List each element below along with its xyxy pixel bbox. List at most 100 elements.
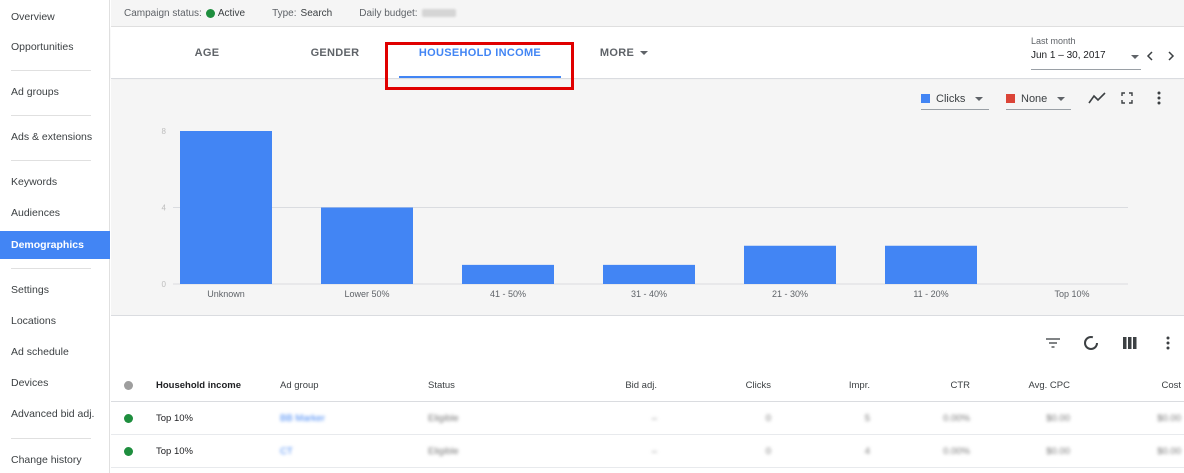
sidebar-item-demographics[interactable]: Demographics	[0, 231, 110, 259]
header-status-dot	[124, 369, 133, 402]
column-bid-adj[interactable]: Bid adj.	[557, 369, 657, 402]
cell-clicks: 0	[671, 402, 771, 435]
metric-2-swatch	[1006, 94, 1015, 103]
cell-ad-group-link[interactable]: BB Marker	[280, 402, 325, 435]
row-status-dot	[124, 435, 133, 468]
sidebar-item-settings[interactable]: Settings	[0, 276, 110, 304]
campaign-status-value[interactable]: Active	[218, 8, 245, 19]
cell-impr: 5	[770, 402, 870, 435]
sidebar-item-keywords[interactable]: Keywords	[0, 168, 110, 196]
cell-household-income: Top 10%	[156, 402, 193, 435]
status-active-icon	[205, 8, 215, 18]
sidebar-divider	[11, 115, 91, 116]
chevron-down-icon	[1131, 55, 1139, 59]
sidebar-item-ad-groups[interactable]: Ad groups	[0, 78, 110, 106]
chevron-right-icon[interactable]	[1164, 49, 1178, 63]
date-range-value: Jun 1 – 30, 2017	[1031, 50, 1106, 61]
segment-icon[interactable]	[1081, 333, 1101, 353]
column-status[interactable]: Status	[428, 369, 455, 402]
column-household-income[interactable]: Household income	[156, 369, 241, 402]
cell-avg-cpc-text: $0.00	[1046, 446, 1070, 457]
main-content: Campaign status: Active Type: Search Dai…	[111, 0, 1184, 473]
cell-ad-group-link-text[interactable]: BB Marker	[280, 413, 325, 424]
bar[interactable]	[462, 264, 554, 284]
column-ctr[interactable]: CTR	[870, 369, 970, 402]
x-tick-label: Top 10%	[1054, 289, 1089, 299]
daily-budget-label: Daily budget:	[359, 7, 418, 19]
row-status-dot	[124, 402, 133, 435]
bar[interactable]	[321, 207, 413, 285]
expand-icon[interactable]	[1117, 88, 1137, 108]
cell-bid-adj-text: –	[651, 446, 657, 457]
x-tick-label: Unknown	[207, 289, 245, 299]
metric-2-select[interactable]: None	[1006, 88, 1071, 110]
bar[interactable]	[885, 245, 977, 284]
tab-more[interactable]: MORE	[589, 27, 659, 79]
line-chart-icon[interactable]	[1087, 88, 1107, 108]
cell-ad-group-link[interactable]: CT	[280, 435, 293, 468]
cell-status-text: Eligible	[428, 413, 459, 424]
metric-2-label: None	[1021, 92, 1048, 105]
tab-household-income[interactable]: HOUSEHOLD INCOME	[399, 27, 561, 79]
chevron-down-icon	[1057, 96, 1066, 101]
tab-more-label: MORE	[599, 47, 635, 59]
date-range-picker[interactable]: Last month Jun 1 – 30, 2017	[1031, 36, 1141, 70]
cell-cost: $0.00	[1081, 402, 1181, 435]
cell-avg-cpc: $0.00	[970, 402, 1070, 435]
campaign-status-bar: Campaign status: Active Type: Search Dai…	[111, 0, 1184, 27]
sidebar-divider	[11, 160, 91, 161]
cell-impr: 4	[770, 435, 870, 468]
sidebar-item-locations[interactable]: Locations	[0, 307, 110, 335]
cell-status: Eligible	[428, 435, 459, 468]
cell-ad-group-link-text[interactable]: CT	[280, 446, 293, 457]
x-tick-label: 21 - 30%	[772, 289, 808, 299]
cell-cost: $0.00	[1081, 435, 1181, 468]
sidebar-item-change-history[interactable]: Change history	[0, 446, 110, 473]
table-toolbar	[111, 317, 1184, 369]
column-avg-cpc[interactable]: Avg. CPC	[970, 369, 1070, 402]
table-body: Top 10% BB Marker Eligible – 0 5 0.00% $0.00 $0.…	[111, 402, 1184, 468]
chevron-down-icon	[640, 51, 649, 55]
cell-bid-adj: –	[557, 435, 657, 468]
x-tick-label: 11 - 20%	[913, 289, 948, 299]
sidebar-item-devices[interactable]: Devices	[0, 369, 110, 397]
column-cost[interactable]: Cost	[1081, 369, 1181, 402]
sidebar-item-overview[interactable]: Overview	[0, 3, 110, 31]
cell-ctr: 0.00%	[870, 402, 970, 435]
table-row[interactable]: Top 10% CT Eligible – 0 4 0.00% $0.00 $0.00	[111, 435, 1184, 468]
table-row[interactable]: Top 10% BB Marker Eligible – 0 5 0.00% $0.00 $0.…	[111, 402, 1184, 435]
campaign-status: Campaign status: Active	[124, 8, 245, 19]
column-clicks[interactable]: Clicks	[671, 369, 771, 402]
metric-1-select[interactable]: Clicks	[921, 88, 989, 110]
cell-clicks: 0	[671, 435, 771, 468]
sidebar-item-advanced-bid-adj[interactable]: Advanced bid adj.	[0, 400, 110, 428]
more-vert-icon[interactable]	[1149, 88, 1169, 108]
filter-icon[interactable]	[1043, 333, 1063, 353]
tab-age[interactable]: AGE	[171, 27, 243, 79]
bar[interactable]	[744, 245, 836, 284]
cell-household-income-text: Top 10%	[156, 446, 193, 457]
sidebar-divider	[11, 70, 91, 71]
chevron-left-icon[interactable]	[1143, 49, 1157, 63]
chevron-down-icon	[975, 96, 984, 101]
bar[interactable]	[180, 131, 272, 284]
columns-icon[interactable]	[1120, 333, 1140, 353]
column-impr[interactable]: Impr.	[770, 369, 870, 402]
daily-budget-value-redacted[interactable]	[421, 9, 456, 17]
cell-status-text: Eligible	[428, 446, 459, 457]
cell-cost-text: $0.00	[1157, 413, 1181, 424]
more-vert-icon[interactable]	[1158, 333, 1178, 353]
sidebar-item-audiences[interactable]: Audiences	[0, 199, 110, 227]
cell-bid-adj: –	[557, 402, 657, 435]
sidebar-item-ad-schedule[interactable]: Ad schedule	[0, 338, 110, 366]
column-ad-group[interactable]: Ad group	[280, 369, 319, 402]
bar[interactable]	[603, 264, 695, 284]
sidebar: Overview Opportunities Ad groups Ads & e…	[0, 0, 110, 473]
campaign-type-value: Search	[300, 7, 333, 19]
cell-status: Eligible	[428, 402, 459, 435]
y-tick-label: 4	[162, 204, 167, 213]
tab-gender[interactable]: GENDER	[299, 27, 371, 79]
sidebar-item-ads-extensions[interactable]: Ads & extensions	[0, 123, 110, 151]
sidebar-item-opportunities[interactable]: Opportunities	[0, 33, 110, 61]
y-tick-label: 8	[162, 127, 167, 136]
